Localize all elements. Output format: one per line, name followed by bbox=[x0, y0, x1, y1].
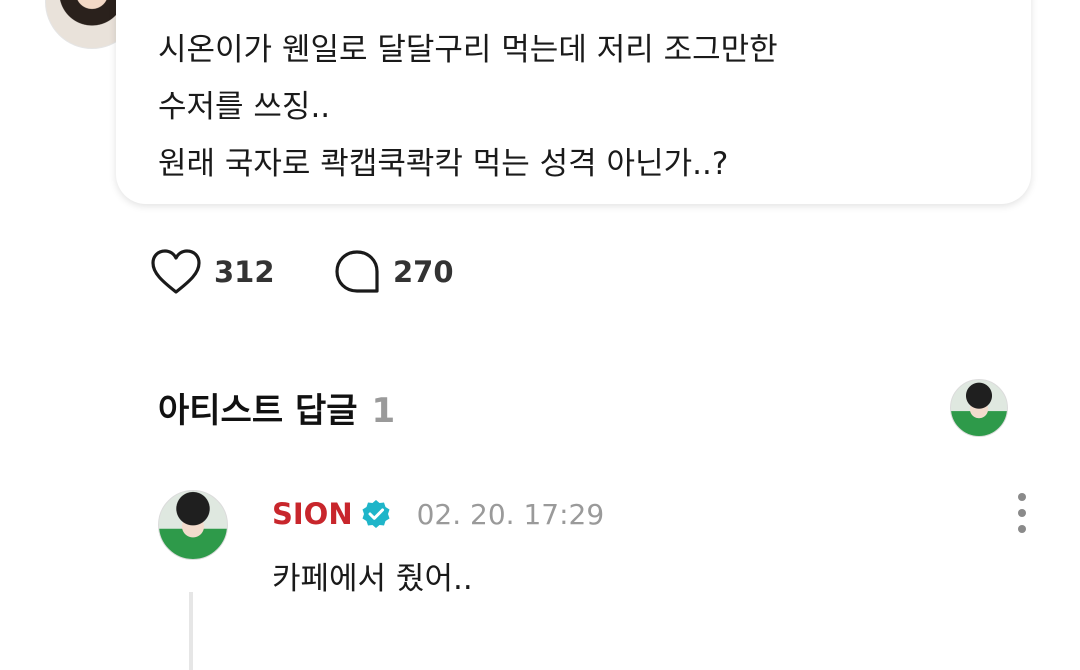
verified-badge-icon bbox=[361, 499, 391, 529]
post-text-line: 시온이가 웬일로 달달구리 먹는데 저리 조그만한 bbox=[158, 32, 778, 68]
post-text-line: 원래 국자로 콱캡쿡콱칵 먹는 성격 아닌가..? bbox=[158, 146, 729, 182]
like-button[interactable]: 312 bbox=[150, 248, 275, 296]
reply-text: 카페에서 줬어.. bbox=[272, 561, 473, 597]
reply-timestamp: 02. 20. 17:29 bbox=[416, 497, 605, 531]
reply-author-avatar[interactable] bbox=[158, 490, 228, 560]
fan-post-page: 시온이가 웬일로 달달구리 먹는데 저리 조그만한 수저를 쓰징.. 원래 국자… bbox=[0, 0, 1080, 670]
artist-replies-header: 아티스트 답글 1 bbox=[158, 383, 395, 432]
reply-meta: SION 02. 20. 17:29 bbox=[272, 494, 604, 534]
post-text-line: 수저를 쓰징.. bbox=[158, 89, 331, 125]
comment-count: 270 bbox=[393, 255, 454, 289]
comment-button[interactable]: 270 bbox=[333, 248, 454, 296]
artist-replies-title: 아티스트 답글 bbox=[158, 391, 358, 431]
artist-replies-count: 1 bbox=[371, 391, 396, 431]
post-text: 시온이가 웬일로 달달구리 먹는데 저리 조그만한 수저를 쓰징.. 원래 국자… bbox=[158, 22, 998, 193]
comment-bubble-icon bbox=[335, 250, 379, 293]
thread-line bbox=[189, 592, 193, 670]
more-vertical-icon[interactable] bbox=[1012, 493, 1032, 533]
artist-avatar[interactable] bbox=[950, 379, 1008, 437]
heart-icon bbox=[151, 249, 201, 294]
like-count: 312 bbox=[214, 255, 275, 289]
reply-author-name[interactable]: SION bbox=[272, 497, 353, 531]
